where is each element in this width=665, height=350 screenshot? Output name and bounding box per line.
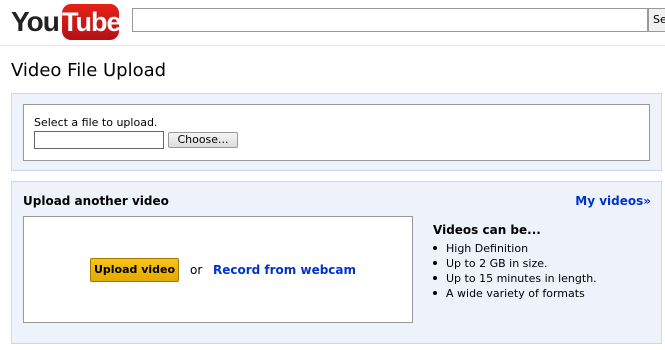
- list-item-text: Up to 2 GB in size.: [446, 257, 548, 270]
- list-item-text: High Definition: [446, 242, 529, 255]
- file-select-box: Select a file to upload. Choose...: [23, 104, 650, 161]
- logo-tube-badge: Tube: [62, 4, 122, 40]
- page-title: Video File Upload: [11, 60, 167, 81]
- search-input[interactable]: [132, 8, 648, 32]
- list-item: Up to 2 GB in size.: [433, 256, 597, 271]
- or-text: or: [190, 263, 203, 277]
- bullet-icon: [433, 261, 437, 265]
- list-item-text: Up to 15 minutes in length.: [446, 272, 597, 285]
- bullet-icon: [433, 276, 437, 280]
- choose-file-button[interactable]: Choose...: [168, 132, 238, 148]
- upload-drop-box: Upload video or Record from webcam: [23, 216, 413, 323]
- videos-can-be-heading: Videos can be...: [433, 223, 541, 237]
- list-item: High Definition: [433, 241, 597, 256]
- logo-you-text: You: [11, 6, 60, 37]
- list-item: Up to 15 minutes in length.: [433, 271, 597, 286]
- select-file-label: Select a file to upload.: [34, 116, 158, 129]
- my-videos-link[interactable]: My videos»: [575, 194, 651, 208]
- videos-can-be-list: High Definition Up to 2 GB in size. Up t…: [433, 241, 597, 301]
- file-path-field[interactable]: [34, 131, 164, 149]
- upload-video-button[interactable]: Upload video: [90, 258, 179, 282]
- upload-another-heading: Upload another video: [23, 194, 169, 208]
- record-webcam-link[interactable]: Record from webcam: [213, 263, 356, 277]
- bullet-icon: [433, 246, 437, 250]
- list-item-text: A wide variety of formats: [446, 287, 585, 300]
- file-select-panel: Select a file to upload. Choose...: [11, 93, 662, 171]
- bullet-icon: [433, 291, 437, 295]
- search-button[interactable]: Se: [648, 8, 665, 32]
- list-item: A wide variety of formats: [433, 286, 597, 301]
- upload-another-panel: Upload another video My videos» Upload v…: [11, 181, 662, 344]
- header-divider: [0, 45, 665, 46]
